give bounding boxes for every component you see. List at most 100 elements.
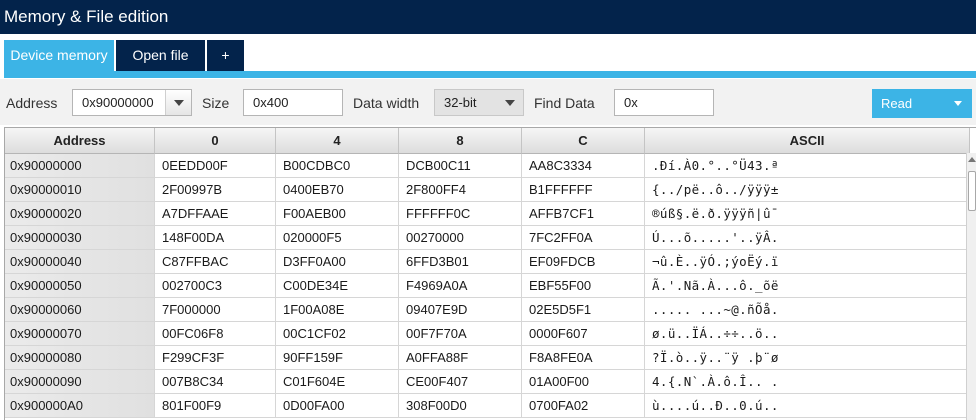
cell-col-0[interactable]: A7DFFAAE — [155, 202, 276, 226]
table-row[interactable]: 0x90000060 7F000000 1F00A08E 09407E9D 02E5D5… — [5, 298, 970, 322]
data-width-select[interactable]: 32-bit — [434, 89, 524, 116]
cell-col-c[interactable]: AA8C3334 — [522, 154, 645, 178]
cell-address[interactable]: 0x90000070 — [5, 322, 155, 346]
read-button[interactable]: Read — [872, 89, 972, 118]
cell-col-c[interactable]: F8A8FE0A — [522, 346, 645, 370]
cell-col-0[interactable]: 148F00DA — [155, 226, 276, 250]
table-row[interactable]: 0x90000080 F299CF3F 90FF159F A0FFA88F F8A8FE… — [5, 346, 970, 370]
cell-col-0[interactable]: 00FC06F8 — [155, 322, 276, 346]
table-row[interactable]: 0x90000070 00FC06F8 00C1CF02 00F7F70A 0000F6… — [5, 322, 970, 346]
cell-col-0[interactable]: 007B8C34 — [155, 370, 276, 394]
tab-open-file[interactable]: Open file — [116, 40, 205, 71]
cell-ascii[interactable]: Ú...õ.....'..ÿÂ. — [645, 226, 970, 250]
cell-ascii[interactable]: {../pë..ô../ÿÿÿ± — [645, 178, 970, 202]
cell-col-4[interactable]: B00CDBC0 — [276, 154, 399, 178]
table-row[interactable]: 0x900000A0 801F00F9 0D00FA00 308F00D0 0700FA… — [5, 394, 970, 418]
header-col-8[interactable]: 8 — [399, 128, 522, 154]
arrow-up-icon[interactable] — [968, 157, 976, 162]
table-row[interactable]: 0x90000050 002700C3 C00DE34E F4969A0A EBF55F… — [5, 274, 970, 298]
cell-ascii[interactable]: ¬û.È..ÿÓ.;ýoËý.ï — [645, 250, 970, 274]
cell-col-c[interactable]: AFFB7CF1 — [522, 202, 645, 226]
cell-col-0[interactable]: 2F00997B — [155, 178, 276, 202]
table-row[interactable]: 0x90000000 0EEDD00F B00CDBC0 DCB00C11 AA8C33… — [5, 154, 970, 178]
cell-col-0[interactable]: 7F000000 — [155, 298, 276, 322]
cell-col-4[interactable]: F00AEB00 — [276, 202, 399, 226]
cell-col-0[interactable]: 002700C3 — [155, 274, 276, 298]
header-col-c[interactable]: C — [522, 128, 645, 154]
table-row[interactable]: 0x90000030 148F00DA 020000F5 00270000 7FC2FF… — [5, 226, 970, 250]
header-col-4[interactable]: 4 — [276, 128, 399, 154]
cell-col-8[interactable]: CE00F407 — [399, 370, 522, 394]
vertical-scrollbar[interactable] — [966, 153, 976, 420]
cell-address[interactable]: 0x90000010 — [5, 178, 155, 202]
table-row[interactable]: 0x90000040 C87FFBAC D3FF0A00 6FFD3B01 EF09FD… — [5, 250, 970, 274]
cell-ascii[interactable]: ø.ü..ÏÁ..÷÷..ö.. — [645, 322, 970, 346]
scrollbar-thumb[interactable] — [968, 171, 976, 211]
header-address[interactable]: Address — [5, 128, 155, 154]
cell-col-c[interactable]: EBF55F00 — [522, 274, 645, 298]
cell-col-4[interactable]: 90FF159F — [276, 346, 399, 370]
address-dropdown-button[interactable] — [165, 90, 191, 115]
cell-address[interactable]: 0x90000090 — [5, 370, 155, 394]
cell-ascii[interactable]: ?Ï.ò..ÿ..¨ÿ .þ¨ø — [645, 346, 970, 370]
cell-ascii[interactable]: Ã.'.Nã.À...ô._õë — [645, 274, 970, 298]
cell-col-4[interactable]: C01F604E — [276, 370, 399, 394]
find-data-input[interactable]: 0x — [614, 89, 714, 116]
header-col-0[interactable]: 0 — [155, 128, 276, 154]
cell-col-8[interactable]: 00270000 — [399, 226, 522, 250]
data-width-dropdown-button[interactable] — [497, 90, 523, 115]
cell-address[interactable]: 0x90000020 — [5, 202, 155, 226]
cell-col-4[interactable]: 00C1CF02 — [276, 322, 399, 346]
cell-col-8[interactable]: 308F00D0 — [399, 394, 522, 418]
memory-grid[interactable]: Address 0 4 8 C ASCII 0x90000000 0EEDD00F… — [4, 127, 976, 420]
cell-col-4[interactable]: D3FF0A00 — [276, 250, 399, 274]
cell-col-8[interactable]: DCB00C11 — [399, 154, 522, 178]
address-combobox[interactable]: 0x90000000 — [72, 89, 192, 116]
table-row[interactable]: 0x90000010 2F00997B 0400EB70 2F800FF4 B1FFFF… — [5, 178, 970, 202]
cell-col-c[interactable]: EF09FDCB — [522, 250, 645, 274]
cell-col-8[interactable]: 2F800FF4 — [399, 178, 522, 202]
table-row[interactable]: 0x90000020 A7DFFAAE F00AEB00 FFFFFF0C AFFB7C… — [5, 202, 970, 226]
cell-col-4[interactable]: C00DE34E — [276, 274, 399, 298]
tab-add-button[interactable]: + — [207, 40, 244, 71]
cell-ascii[interactable]: .Ðí.À0.°..°Ü43.ª — [645, 154, 970, 178]
cell-address[interactable]: 0x90000080 — [5, 346, 155, 370]
cell-col-c[interactable]: 02E5D5F1 — [522, 298, 645, 322]
cell-col-8[interactable]: A0FFA88F — [399, 346, 522, 370]
header-ascii[interactable]: ASCII — [645, 128, 970, 154]
cell-col-4[interactable]: 0400EB70 — [276, 178, 399, 202]
cell-ascii[interactable]: ..... ...~@.ñÕå. — [645, 298, 970, 322]
cell-col-c[interactable]: 0700FA02 — [522, 394, 645, 418]
cell-col-0[interactable]: 801F00F9 — [155, 394, 276, 418]
cell-col-8[interactable]: FFFFFF0C — [399, 202, 522, 226]
cell-col-8[interactable]: 09407E9D — [399, 298, 522, 322]
cell-col-c[interactable]: 7FC2FF0A — [522, 226, 645, 250]
cell-col-8[interactable]: 6FFD3B01 — [399, 250, 522, 274]
cell-col-c[interactable]: 01A00F00 — [522, 370, 645, 394]
cell-col-0[interactable]: 0EEDD00F — [155, 154, 276, 178]
cell-col-0[interactable]: F299CF3F — [155, 346, 276, 370]
cell-col-8[interactable]: F4969A0A — [399, 274, 522, 298]
caret-down-icon[interactable] — [954, 101, 962, 106]
cell-col-c[interactable]: B1FFFFFF — [522, 178, 645, 202]
cell-address[interactable]: 0x90000050 — [5, 274, 155, 298]
cell-col-4[interactable]: 1F00A08E — [276, 298, 399, 322]
tab-device-memory[interactable]: Device memory — [4, 40, 114, 71]
cell-address[interactable]: 0x90000040 — [5, 250, 155, 274]
find-data-label: Find Data — [534, 95, 595, 111]
cell-ascii[interactable]: ®úß§.ë.ð.ÿÿÿñ|û¯ — [645, 202, 970, 226]
cell-address[interactable]: 0x900000A0 — [5, 394, 155, 418]
cell-col-8[interactable]: 00F7F70A — [399, 322, 522, 346]
address-label: Address — [6, 95, 58, 111]
cell-address[interactable]: 0x90000030 — [5, 226, 155, 250]
cell-col-c[interactable]: 0000F607 — [522, 322, 645, 346]
cell-ascii[interactable]: ù....ú..Ð..0.ú.. — [645, 394, 970, 418]
cell-col-4[interactable]: 0D00FA00 — [276, 394, 399, 418]
cell-ascii[interactable]: 4.{.N`.À.ô.Î.. . — [645, 370, 970, 394]
cell-address[interactable]: 0x90000060 — [5, 298, 155, 322]
cell-col-0[interactable]: C87FFBAC — [155, 250, 276, 274]
size-input[interactable]: 0x400 — [243, 89, 343, 116]
table-row[interactable]: 0x90000090 007B8C34 C01F604E CE00F407 01A00F… — [5, 370, 970, 394]
cell-col-4[interactable]: 020000F5 — [276, 226, 399, 250]
cell-address[interactable]: 0x90000000 — [5, 154, 155, 178]
